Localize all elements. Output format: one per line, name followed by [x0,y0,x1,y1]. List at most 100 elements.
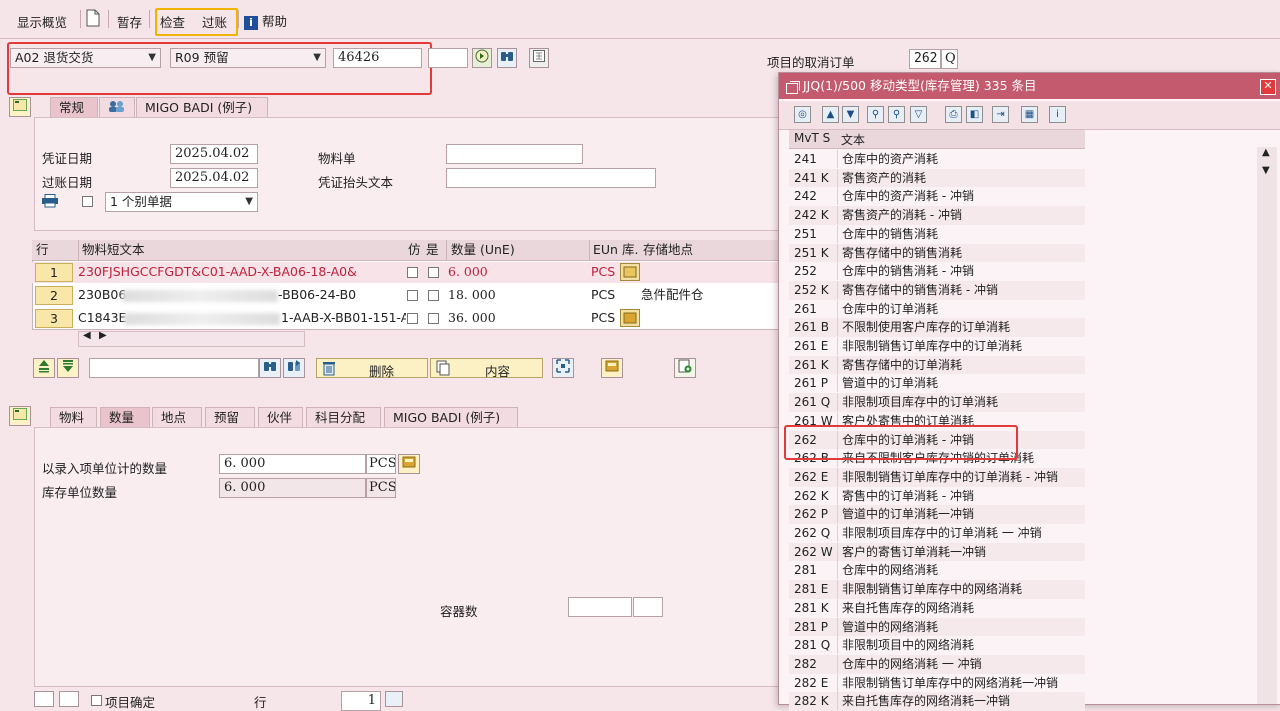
doc-date-input[interactable]: 2025.04.02 [170,144,258,164]
qty-entry-unit-input[interactable]: PCS [366,454,396,474]
list-item[interactable]: 242 K 寄售资产的消耗 - 冲销 [789,206,1085,225]
printer-icon[interactable] [41,194,59,211]
close-icon[interactable]: ✕ [1260,79,1276,95]
list-item[interactable]: 252 仓库中的销售消耗 - 冲销 [789,262,1085,281]
list-item[interactable]: 261 仓库中的订单消耗 [789,299,1085,319]
list-item[interactable]: 262 Q 非限制项目库存中的订单消耗 一 冲销 [789,524,1085,543]
tab-migo-badi-detail[interactable]: MIGO BADI (例子) [384,407,518,427]
qty-entry-input[interactable]: 6. 000 [219,454,366,474]
list-item[interactable]: 281 P 管道中的网络消耗 [789,617,1085,637]
tab-partner[interactable]: 伙伴 [258,407,303,427]
tab-partner-icon[interactable] [99,97,135,117]
sort-ascending-icon[interactable]: ▲ [822,106,839,123]
print-icon[interactable]: ⎙ [945,106,962,123]
binoculars-icon[interactable] [259,358,281,378]
scroll-left-icon[interactable]: ◀ [83,330,91,341]
list-item[interactable]: 282 仓库中的网络消耗 一 冲销 [789,654,1085,674]
list-item[interactable]: 282 K 来自托售库存的网络消耗一冲销 [789,692,1085,711]
tab-material[interactable]: 物料 [50,407,97,427]
show-overview-button[interactable]: 显示概览 [17,12,67,31]
goto-line-icon[interactable] [385,691,403,707]
list-item[interactable]: 281 仓库中的网络消耗 [789,561,1085,580]
year-input[interactable] [428,48,468,68]
list-item[interactable]: 282 E 非限制销售订单库存中的网络消耗一冲销 [789,673,1085,693]
help-button[interactable]: i 帮助 [244,11,287,30]
list-item[interactable]: 261 Q 非限制项目库存中的订单消耗 [789,393,1085,412]
list-item[interactable]: 262 W 客户的寄售订单消耗一冲销 [789,542,1085,562]
ok-checkbox[interactable] [428,267,439,278]
binoculars-icon[interactable]: ⚲ [867,106,884,123]
material-slip-input[interactable] [446,144,583,164]
tab-account-assignment[interactable]: 科目分配 [306,407,381,427]
select-all-icon[interactable] [33,358,55,378]
tab-migo-badi[interactable]: MIGO BADI (例子) [136,97,268,117]
container-unit-input[interactable] [633,597,663,617]
list-item[interactable]: 262 K 寄售中的订单消耗 - 冲销 [789,486,1085,506]
line-input[interactable]: 1 [341,691,381,711]
list-item[interactable]: 261 B 不限制使用客户库存的订单消耗 [789,318,1085,337]
calculator-icon[interactable] [529,48,549,68]
item-search-input[interactable] [89,358,259,378]
sim-checkbox[interactable] [407,313,418,324]
popup-vertical-scrollbar[interactable]: ▲ ▼ [1257,147,1277,704]
list-item[interactable]: 242 仓库中的资产消耗 - 冲销 [789,187,1085,206]
sim-checkbox[interactable] [407,290,418,301]
ok-checkbox[interactable] [428,290,439,301]
find-next-icon[interactable]: ⚲ [888,106,905,123]
tab-reservation[interactable]: 预留 [205,407,255,427]
tab-where[interactable]: 地点 [152,407,202,427]
expand-icon[interactable] [552,358,574,378]
sim-checkbox[interactable] [407,267,418,278]
print-option-dropdown[interactable]: 1 个别单据 ▼ [105,192,258,212]
list-item[interactable]: 261 K 寄售存储中的订单消耗 [789,355,1085,375]
list-item[interactable]: 281 Q 非限制项目中的网络消耗 [789,636,1085,655]
find-next-icon[interactable] [283,358,305,378]
list-item[interactable]: 241 仓库中的资产消耗 [789,150,1085,169]
row-number[interactable]: 3 [35,309,73,328]
list-item[interactable]: 261 E 非限制销售订单库存中的订单消耗 [789,337,1085,356]
list-item[interactable]: 241 K 寄售资产的消耗 [789,168,1085,188]
hold-button[interactable]: 暂存 [117,12,142,31]
post-button[interactable]: 过账 [202,12,227,31]
header-text-input[interactable] [446,168,656,188]
container-input[interactable] [568,597,632,617]
stock-overview-icon[interactable] [601,358,623,378]
info-icon[interactable]: i [1049,106,1066,123]
post-date-input[interactable]: 2025.04.02 [170,168,258,188]
collapse-header-icon[interactable] [9,97,31,117]
tab-quantity[interactable]: 数量 [100,407,150,427]
content-button[interactable]: 内容 [430,358,543,379]
row-number[interactable]: 2 [35,286,73,305]
row-number[interactable]: 1 [35,263,73,282]
tab-general[interactable]: 常规 [50,97,98,117]
deselect-all-icon[interactable] [57,358,79,378]
action-dropdown[interactable]: A02 退货交货 ▼ [10,48,161,68]
stock-icon[interactable] [620,263,640,284]
list-item[interactable]: 251 仓库中的销售消耗 [789,224,1085,244]
cancel-order-special-input[interactable]: Q [941,49,958,69]
scroll-up-icon[interactable]: ▲ [1262,147,1270,158]
filter-icon[interactable]: ▽ [910,106,927,123]
sort-descending-icon[interactable]: ▼ [842,106,859,123]
execute-icon[interactable] [472,48,492,68]
print-checkbox[interactable] [82,196,93,207]
list-item[interactable]: 281 E 非限制销售订单库存中的网络消耗 [789,580,1085,599]
layout-icon[interactable]: ▦ [1021,106,1038,123]
horizontal-scrollbar[interactable]: ◀ ▶ [78,330,305,347]
cancel-order-input[interactable]: 262 [909,49,941,69]
list-item[interactable]: 262 P 管道中的订单消耗一冲销 [789,505,1085,524]
document-number-input[interactable]: 46426 [333,48,422,68]
stock-icon[interactable] [398,454,420,474]
list-item[interactable]: 261 P 管道中的订单消耗 [789,374,1085,393]
views-icon[interactable]: ◧ [966,106,983,123]
scroll-down-icon[interactable]: ▼ [1262,165,1270,176]
export-icon[interactable]: ⇥ [992,106,1009,123]
ok-checkbox[interactable] [428,313,439,324]
list-item[interactable]: 252 K 寄售存储中的销售消耗 - 冲销 [789,280,1085,300]
previous-item-icon[interactable] [34,691,54,707]
scroll-right-icon[interactable]: ▶ [99,330,107,341]
reference-dropdown[interactable]: R09 预留 ▼ [170,48,326,68]
item-ok-checkbox[interactable] [91,695,102,706]
list-item[interactable]: 251 K 寄售存储中的销售消耗 [789,243,1085,263]
new-document-icon[interactable] [86,9,100,30]
